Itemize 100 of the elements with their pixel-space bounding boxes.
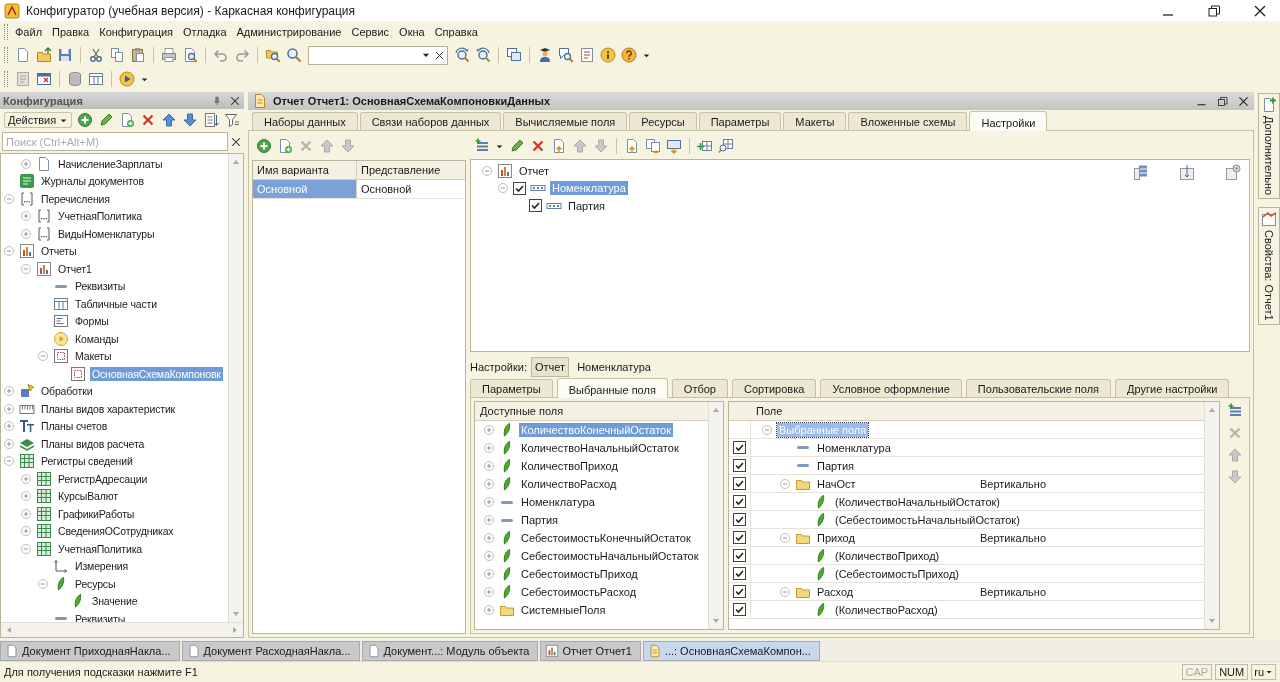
collapse-icon[interactable] — [497, 182, 509, 195]
expand-icon[interactable] — [483, 478, 495, 490]
undo-icon[interactable] — [213, 47, 229, 63]
expand-icon[interactable] — [20, 525, 32, 538]
tab[interactable]: Параметры — [470, 379, 553, 397]
checkbox[interactable] — [733, 441, 746, 454]
tree-item[interactable]: Макеты — [73, 349, 114, 364]
field-item[interactable]: КоличествоРасход — [519, 477, 619, 491]
checkbox[interactable] — [733, 585, 746, 598]
collapse-icon[interactable] — [779, 585, 791, 598]
find-next-icon[interactable] — [454, 47, 470, 63]
expand-icon[interactable] — [3, 437, 15, 450]
tree-item[interactable]: Отчет1 — [56, 261, 94, 276]
language-button[interactable]: ru — [1251, 664, 1276, 680]
expand-icon[interactable] — [20, 210, 32, 223]
tab[interactable]: Условное оформление — [820, 379, 962, 397]
field-item[interactable]: КоличествоНачальныйОстаток — [519, 441, 681, 455]
field-item[interactable]: (СебестоимостьНачальныйОстаток) — [833, 512, 1022, 527]
checkbox[interactable] — [733, 549, 746, 562]
clear-icon[interactable] — [230, 135, 242, 148]
expand-icon[interactable] — [20, 472, 32, 485]
expand-icon[interactable] — [20, 490, 32, 503]
checkbox[interactable] — [733, 603, 746, 616]
window-tab[interactable]: Документ РасходнаяНакла... — [181, 641, 360, 661]
tab[interactable]: Макеты — [783, 112, 847, 130]
tree-item[interactable]: Перечисления — [39, 191, 112, 206]
search-field[interactable]: Поиск (Ctrl+Alt+M) — [2, 132, 228, 151]
expand-icon[interactable] — [3, 402, 15, 415]
menu-item[interactable]: Администрирование — [231, 24, 347, 40]
tree-item[interactable]: КурсыВалют — [56, 489, 120, 504]
collapse-icon[interactable] — [37, 350, 49, 363]
tree-item[interactable]: Обработки — [39, 384, 95, 399]
scrollbar[interactable] — [1, 622, 243, 637]
field-item[interactable]: Приход — [815, 530, 857, 545]
arrow-up-icon[interactable] — [572, 138, 588, 154]
tree-item[interactable]: ГрафикиРаботы — [56, 506, 137, 521]
tab[interactable]: Настройки — [969, 111, 1048, 131]
tree-item[interactable]: Планы видов расчета — [39, 436, 147, 451]
path-button[interactable]: Отчет — [531, 357, 570, 377]
expand-icon[interactable] — [483, 442, 495, 454]
path-button[interactable]: Номенклатура — [573, 357, 655, 377]
menu-item[interactable]: Конфигурация — [94, 24, 179, 40]
redo-icon[interactable] — [234, 47, 250, 63]
expand-icon[interactable] — [483, 604, 495, 616]
arrow-down-icon[interactable] — [182, 112, 199, 128]
window-tab[interactable]: Документ...: Модуль объекта — [361, 641, 539, 661]
arrow-up-icon[interactable] — [319, 138, 335, 154]
tree-item[interactable]: Команды — [73, 331, 121, 346]
checkbox[interactable] — [733, 459, 746, 472]
field-item[interactable]: КоличествоПриход — [519, 459, 620, 473]
expand-icon[interactable] — [3, 385, 15, 398]
collapse-icon[interactable] — [761, 423, 773, 436]
tree-item[interactable]: Значение — [90, 594, 140, 609]
windows-icon[interactable] — [506, 47, 522, 63]
expand-icon[interactable] — [483, 532, 495, 544]
field-item[interactable]: СебестоимостьНачальныйОстаток — [519, 549, 701, 563]
expand-icon[interactable] — [3, 420, 15, 433]
checkbox[interactable] — [733, 531, 746, 544]
filter-icon[interactable] — [224, 112, 241, 128]
copy-add-icon[interactable] — [119, 112, 136, 128]
menu-item[interactable]: Правка — [47, 24, 95, 40]
tab[interactable]: Отбор — [671, 379, 728, 397]
field-item[interactable]: Партия — [519, 513, 561, 527]
field-item[interactable]: (КоличествоПриход) — [833, 548, 942, 563]
expand-icon[interactable] — [483, 550, 495, 562]
arrow-down-icon[interactable] — [593, 138, 609, 154]
delete-icon[interactable] — [1227, 425, 1243, 441]
collapse-icon[interactable] — [3, 192, 15, 205]
tree-item[interactable]: Реквизиты — [73, 279, 128, 294]
checkbox[interactable] — [733, 567, 746, 580]
copy-icon[interactable] — [109, 47, 125, 63]
help-icon[interactable] — [621, 47, 637, 63]
add-list-icon[interactable] — [1227, 403, 1243, 419]
field-item[interactable]: (СебестоимостьПриход) — [833, 566, 962, 581]
search-field[interactable] — [308, 45, 448, 65]
tree-item[interactable]: Табличные части — [73, 296, 159, 311]
tree-item[interactable]: Ресурсы — [73, 576, 118, 591]
field-item[interactable]: (КоличествоНачальныйОстаток) — [833, 494, 1003, 509]
arrow-up-icon[interactable] — [1227, 447, 1243, 463]
print-icon[interactable] — [161, 47, 177, 63]
restore-icon[interactable] — [1216, 94, 1229, 108]
book-icon[interactable] — [579, 47, 595, 63]
tree-item[interactable]: РегистрАдресации — [56, 471, 150, 486]
pencil-icon[interactable] — [98, 112, 115, 128]
add-icon[interactable] — [256, 138, 272, 154]
tree-item[interactable]: Отчеты — [39, 244, 79, 259]
tree-item[interactable]: Регистры сведений — [39, 454, 135, 469]
expand-icon[interactable] — [483, 424, 495, 436]
preview-icon[interactable] — [182, 47, 198, 63]
side-tab[interactable]: Свойства: Отчет1 — [1258, 207, 1280, 325]
expand-icon[interactable] — [20, 157, 32, 170]
documents-icon[interactable] — [645, 138, 661, 154]
delete-icon[interactable] — [298, 138, 314, 154]
expand-icon[interactable] — [20, 507, 32, 520]
checkbox[interactable] — [733, 495, 746, 508]
tab[interactable]: Выбранные поля — [556, 378, 668, 398]
form-icon[interactable] — [36, 71, 52, 87]
checkbox[interactable] — [513, 181, 526, 195]
collapse-icon[interactable] — [20, 262, 32, 275]
person-icon[interactable] — [537, 47, 553, 63]
